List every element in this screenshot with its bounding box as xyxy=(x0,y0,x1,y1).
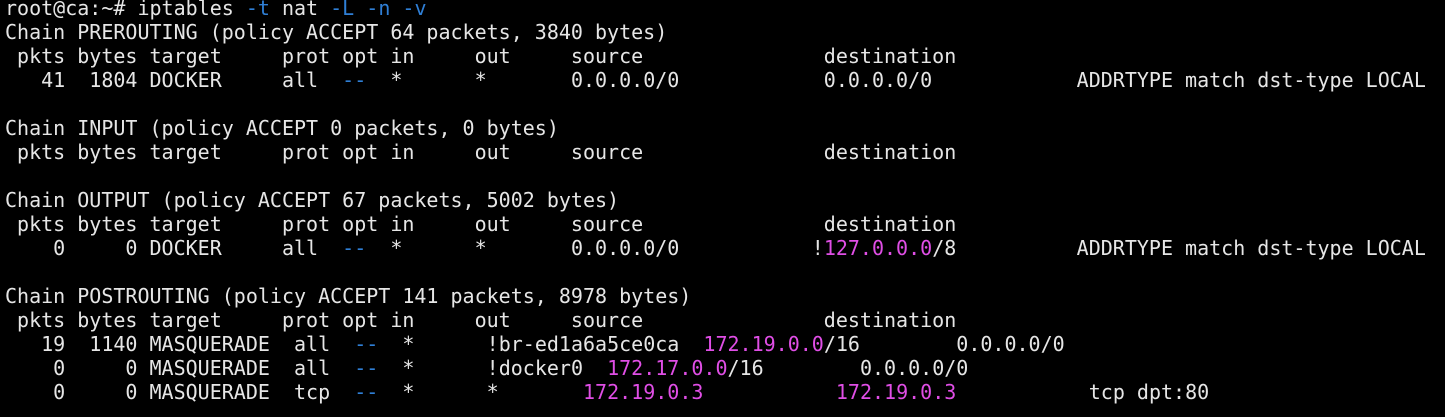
terminal-text-segment: nat xyxy=(269,0,331,20)
terminal-text-segment: -- xyxy=(342,236,367,260)
terminal-text-segment: -v xyxy=(402,0,427,20)
terminal-line: Chain POSTROUTING (policy ACCEPT 141 pac… xyxy=(5,284,691,308)
terminal-text-segment: tcp dpt:80 xyxy=(956,380,1210,404)
terminal-line: 0 0 MASQUERADE all -- * !docker0 172.17.… xyxy=(5,356,968,380)
terminal-text-segment: * !br-ed1a6a5ce0ca xyxy=(378,332,704,356)
terminal-line: 0 0 MASQUERADE tcp -- * * 172.19.0.3 172… xyxy=(5,380,1209,404)
terminal-line: pkts bytes target prot opt in out source… xyxy=(5,140,956,164)
terminal-line: Chain PREROUTING (policy ACCEPT 64 packe… xyxy=(5,20,667,44)
terminal-text-segment: pkts bytes target prot opt in out source… xyxy=(5,140,957,164)
terminal-line: 41 1804 DOCKER all -- * * 0.0.0.0/0 0.0.… xyxy=(5,68,1426,92)
terminal-text-segment: 19 1140 MASQUERADE all xyxy=(5,332,355,356)
terminal-text-segment: Chain OUTPUT (policy ACCEPT 67 packets, … xyxy=(5,188,620,212)
terminal-text-segment: /16 0.0.0.0/0 xyxy=(727,356,969,380)
terminal-text-segment: root@ca:~# iptables xyxy=(5,0,246,20)
terminal-text-segment: -- xyxy=(354,356,379,380)
terminal-text-segment: -t xyxy=(245,0,270,20)
terminal-text-segment: Chain POSTROUTING (policy ACCEPT 141 pac… xyxy=(5,284,692,308)
terminal-text-segment: 41 1804 DOCKER all xyxy=(5,68,343,92)
terminal-text-segment: 0 0 MASQUERADE all xyxy=(5,356,355,380)
terminal-text-segment: /8 ADDRTYPE match dst-type LOCAL xyxy=(932,236,1426,260)
terminal-text-segment: pkts bytes target prot opt in out source… xyxy=(5,212,957,236)
terminal-line: Chain INPUT (policy ACCEPT 0 packets, 0 … xyxy=(5,116,559,140)
terminal-text-segment: /16 0.0.0.0/0 xyxy=(823,332,1065,356)
terminal-text-segment: -L xyxy=(330,0,355,20)
terminal-line: 0 0 DOCKER all -- * * 0.0.0.0/0 !127.0.0… xyxy=(5,236,1426,260)
terminal-text-segment: 172.19.0.3 xyxy=(583,380,704,404)
terminal-text-segment: pkts bytes target prot opt in out source… xyxy=(5,44,957,68)
terminal-line: pkts bytes target prot opt in out source… xyxy=(5,308,956,332)
terminal-line: root@ca:~# iptables -t nat -L -n -v xyxy=(5,0,427,20)
terminal-text-segment: * * 0.0.0.0/0 0.0.0.0/0 ADDRTYPE match d… xyxy=(366,68,1426,92)
terminal-text-segment: 172.17.0.0 xyxy=(607,356,728,380)
terminal-text-segment: 172.19.0.0 xyxy=(703,332,824,356)
terminal-text-segment: -- xyxy=(342,68,367,92)
terminal-text-segment: -- xyxy=(354,380,379,404)
terminal-text-segment: -n xyxy=(366,0,391,20)
terminal-line: pkts bytes target prot opt in out source… xyxy=(5,212,956,236)
terminal-text-segment: Chain PREROUTING (policy ACCEPT 64 packe… xyxy=(5,20,668,44)
terminal-text-segment: 172.19.0.3 xyxy=(835,380,957,404)
terminal-text-segment: 0 0 MASQUERADE tcp xyxy=(5,380,355,404)
terminal-window[interactable]: root@ca:~# iptables -t nat -L -n -v Chain… xyxy=(0,0,1445,417)
terminal-text-segment: -- xyxy=(354,332,379,356)
terminal-text-segment: * !docker0 xyxy=(378,356,608,380)
terminal-text-segment: 127.0.0.0 xyxy=(823,236,933,260)
terminal-line: Chain OUTPUT (policy ACCEPT 67 packets, … xyxy=(5,188,619,212)
terminal-text-segment: pkts bytes target prot opt in out source… xyxy=(5,308,957,332)
terminal-text-segment: 0 0 DOCKER all xyxy=(5,236,343,260)
terminal-text-segment: * * xyxy=(378,380,583,404)
terminal-text-segment: * * 0.0.0.0/0 ! xyxy=(366,236,824,260)
terminal-text-segment: Chain INPUT (policy ACCEPT 0 packets, 0 … xyxy=(5,116,559,140)
terminal-line: pkts bytes target prot opt in out source… xyxy=(5,44,956,68)
terminal-line: 19 1140 MASQUERADE all -- * !br-ed1a6a5c… xyxy=(5,332,1065,356)
